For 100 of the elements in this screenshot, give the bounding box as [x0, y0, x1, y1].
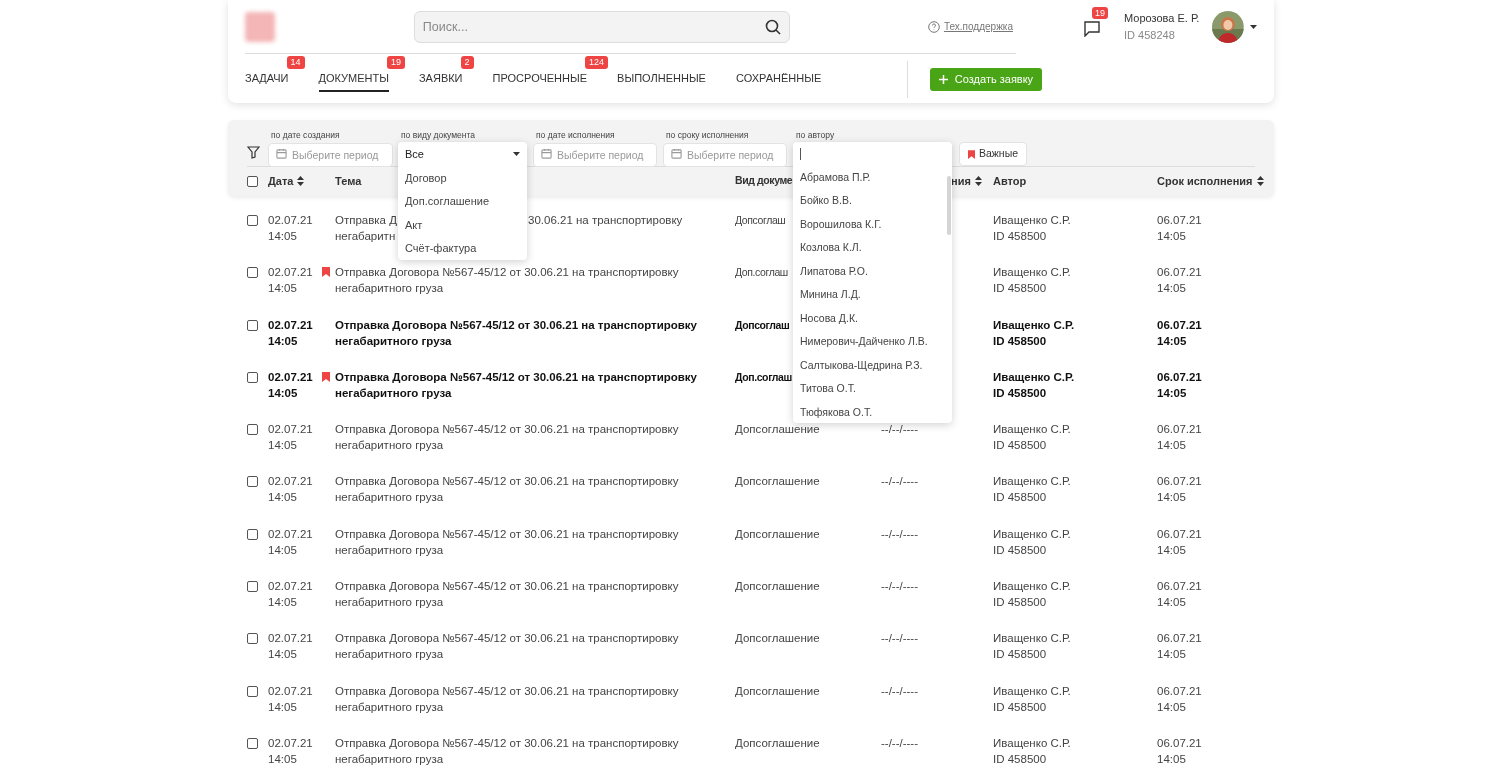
- chat-icon[interactable]: [1084, 20, 1100, 37]
- checkbox[interactable]: [247, 528, 258, 540]
- table-cell: Допсоглашение: [735, 580, 820, 593]
- dropdown-option[interactable]: Акт: [398, 213, 527, 237]
- dropdown-option[interactable]: Ворошилова К.Г.: [793, 213, 952, 237]
- tab[interactable]: ДОКУМЕНТЫ: [318, 66, 389, 92]
- user-id: ID 458248: [1124, 28, 1176, 43]
- date-range-field[interactable]: Выберите период: [268, 143, 393, 167]
- dropdown-option[interactable]: Козлова К.Л.: [793, 236, 952, 260]
- dropdown-option[interactable]: Нимерович-Дайченко Л.В.: [793, 330, 952, 354]
- table-cell-text: 06.07.21: [1157, 369, 1203, 385]
- checkbox[interactable]: [247, 319, 258, 331]
- tab[interactable]: ЗАЯВКИ: [418, 66, 463, 92]
- table-cell-text: Иващенко С.Р.: [993, 213, 1072, 228]
- dropdown-option[interactable]: Доп.соглашение: [398, 189, 527, 213]
- table-cell-text: ID 458500: [993, 438, 1048, 454]
- dropdown-option[interactable]: Тюфякова О.Т.: [793, 401, 952, 423]
- search-field[interactable]: Поиск...: [413, 10, 790, 43]
- calendar-icon: [541, 148, 552, 159]
- table-cell-text: 14:05: [268, 751, 298, 767]
- dropdown-option[interactable]: Счёт-фактура: [398, 236, 527, 260]
- support-link[interactable]: Тех.поддержка: [943, 19, 1013, 34]
- select-field[interactable]: Все: [398, 142, 527, 166]
- table-cell: Допсоглашение: [735, 632, 820, 645]
- tab[interactable]: ЗАДАЧИ: [245, 66, 289, 92]
- column-header[interactable]: Автор: [993, 172, 1027, 190]
- tab[interactable]: ВЫПОЛНЕННЫЕ: [617, 66, 706, 92]
- checkbox[interactable]: [247, 633, 258, 645]
- table-cell-text: Иващенко С.Р.: [993, 317, 1076, 333]
- checkbox[interactable]: [247, 371, 258, 383]
- checkbox[interactable]: [247, 476, 258, 488]
- checkbox[interactable]: [247, 581, 258, 593]
- table-cell: Допсоглашение: [735, 423, 820, 436]
- column-header[interactable]: Тема: [335, 172, 362, 190]
- checkbox[interactable]: [247, 215, 258, 226]
- important-filter-button[interactable]: Важные: [959, 142, 1028, 166]
- sort-icon[interactable]: [974, 176, 982, 186]
- checkbox[interactable]: [247, 685, 258, 697]
- table-cell-text: 14:05: [268, 281, 298, 297]
- bookmark-icon[interactable]: [322, 371, 330, 382]
- sort-icon[interactable]: [1256, 176, 1264, 186]
- table-cell-text: ID 458500: [993, 229, 1048, 244]
- checkbox[interactable]: [247, 737, 258, 749]
- table-cell-text: Отправка Д: [335, 213, 397, 228]
- checkbox[interactable]: [247, 267, 258, 279]
- date-range-field[interactable]: Выберите период: [663, 143, 787, 167]
- search-icon[interactable]: [764, 18, 781, 35]
- help-icon: [927, 20, 940, 33]
- table-cell-text: Отправка Договора №567-45/12 от 30.06.21 на транспортировку негабаритного груза: [335, 265, 680, 297]
- calendar-icon: [276, 148, 287, 159]
- table-cell-text: 02.07.21: [268, 369, 314, 385]
- caret-icon[interactable]: [1250, 24, 1257, 29]
- column-header[interactable]: Вид докуме: [735, 173, 793, 189]
- table-cell-text: 14:05: [268, 229, 298, 244]
- table-cell-text: Иващенко С.Р.: [993, 683, 1072, 699]
- table-cell-text: 02.07.21: [268, 265, 314, 281]
- table-cell-text: 14:05: [1157, 542, 1187, 558]
- date-range-field[interactable]: Выберите период: [533, 143, 657, 167]
- table-cell-text: 14:05: [268, 699, 298, 715]
- dropdown-option[interactable]: Договор: [398, 166, 527, 190]
- table-cell-text: 14:05: [268, 490, 298, 506]
- tab[interactable]: ПРОСРОЧЕННЫЕ: [492, 66, 588, 92]
- table-cell-text: 14:05: [1157, 647, 1187, 663]
- filter-icon[interactable]: [247, 146, 260, 159]
- dropdown-option[interactable]: Минина Л.Д.: [793, 283, 952, 307]
- table-cell-text: 14:05: [268, 647, 298, 663]
- table-cell-text: 02.07.21: [268, 422, 314, 438]
- table-cell-text: Отправка Договора №567-45/12 от 30.06.21 на транспортировку негабаритного груза: [335, 526, 680, 558]
- table-cell-text: 02.07.21: [268, 474, 314, 490]
- table-cell-text: ID 458500: [993, 647, 1048, 663]
- table-cell-text: 30.06.21 на транспортировку: [528, 213, 683, 228]
- dropdown-option[interactable]: Липатова Р.О.: [793, 260, 952, 284]
- table-cell-text: 06.07.21: [1157, 474, 1203, 490]
- column-header[interactable]: ния: [951, 172, 971, 190]
- table-cell-text: негабаритн: [335, 229, 397, 244]
- dropdown-option[interactable]: Титова О.Т.: [793, 377, 952, 401]
- table-cell-text: 06.07.21: [1157, 265, 1203, 281]
- table-cell-text: ID 458500: [993, 385, 1048, 401]
- dropdown-option[interactable]: Бойко В.В.: [793, 189, 952, 213]
- table-cell-text: Иващенко С.Р.: [993, 735, 1072, 751]
- dropdown-option[interactable]: Абрамова П.Р.: [793, 166, 952, 190]
- table-cell: Допсоглашение: [735, 475, 820, 488]
- table-cell: Допсоглашение: [735, 736, 820, 749]
- table-cell-text: 06.07.21: [1157, 579, 1203, 595]
- table-cell-text: Иващенко С.Р.: [993, 579, 1072, 595]
- dropdown-option[interactable]: Носова Д.К.: [793, 307, 952, 331]
- column-header[interactable]: Срок исполнения: [1157, 172, 1253, 190]
- tab[interactable]: СОХРАНЁННЫЕ: [735, 66, 822, 92]
- filter-label: по дате создания: [271, 129, 341, 142]
- dropdown-option[interactable]: Салтыкова-Щедрина Р.З.: [793, 354, 952, 378]
- column-header[interactable]: Дата: [268, 172, 294, 190]
- checkbox[interactable]: [247, 175, 258, 187]
- checkbox[interactable]: [247, 424, 258, 436]
- bookmark-icon[interactable]: [322, 267, 330, 278]
- scrollbar-thumb[interactable]: [947, 176, 951, 235]
- table-cell-text: 14:05: [1157, 385, 1188, 401]
- table-cell-text: ID 458500: [993, 542, 1048, 558]
- table-cell-text: 06.07.21: [1157, 213, 1203, 228]
- table-cell-text: Отправка Договора №567-45/12 от 30.06.21 на транспортировку негабаритного груза: [335, 631, 680, 663]
- sort-icon[interactable]: [297, 176, 305, 186]
